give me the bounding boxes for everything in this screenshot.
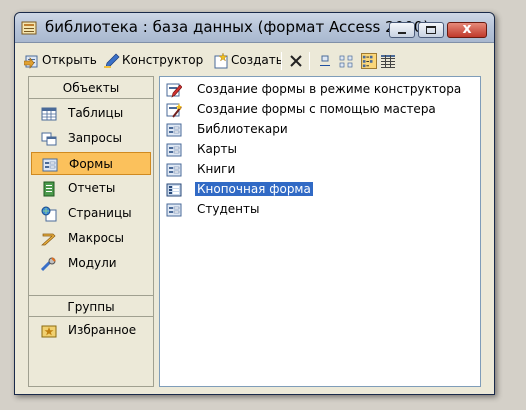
create-icon [214, 53, 228, 69]
toolbar-separator [281, 52, 282, 70]
sidebar-item-label: Запросы [68, 131, 122, 145]
list-item-label: Карты [197, 142, 237, 156]
list-view-icon[interactable] [361, 53, 377, 69]
report-icon [43, 181, 55, 197]
title-bar[interactable]: библиотека : база данных (формат Access … [15, 13, 494, 43]
objects-pane: Объекты Таблицы Запросы Формы Отчеты Стр… [28, 76, 154, 387]
sidebar-item-queries[interactable]: Запросы [31, 127, 151, 150]
design-button[interactable]: Конструктор [104, 51, 204, 71]
open-label: Открыть [42, 53, 97, 67]
sidebar-item-favorites[interactable]: Избранное [31, 319, 151, 342]
open-icon [24, 55, 38, 69]
sidebar-item-tables[interactable]: Таблицы [31, 102, 151, 125]
toolbar: Открыть Конструктор Создать [20, 49, 490, 75]
details-view-icon[interactable] [380, 53, 396, 69]
list-item-label: Книги [197, 162, 236, 176]
objects-header[interactable]: Объекты [29, 77, 153, 99]
database-window: библиотека : база данных (формат Access … [14, 12, 495, 395]
create-form-design-icon [166, 83, 182, 98]
sidebar-item-pages[interactable]: Страницы [31, 202, 151, 225]
sidebar-item-label: Страницы [68, 206, 132, 220]
sidebar-item-reports[interactable]: Отчеты [31, 177, 151, 200]
design-label: Конструктор [122, 53, 204, 67]
form-icon [166, 163, 182, 177]
list-item-label: Создание формы с помощью мастера [197, 102, 436, 116]
sidebar-item-label: Формы [69, 157, 113, 171]
list-item-label: Библиотекари [197, 122, 288, 136]
minimize-icon [398, 32, 406, 34]
macro-icon [41, 233, 56, 246]
favorites-icon [41, 325, 57, 338]
toolbar-separator [309, 52, 310, 70]
maximize-icon [426, 26, 436, 34]
form-icon [166, 143, 182, 157]
sidebar-item-macros[interactable]: Макросы [31, 227, 151, 250]
create-label: Создать [231, 53, 283, 67]
form-icon [166, 203, 182, 217]
maximize-button[interactable] [418, 22, 444, 38]
create-form-wizard-icon [166, 103, 182, 118]
sidebar-item-label: Макросы [68, 231, 124, 245]
list-item-label: Кнопочная форма [195, 182, 313, 196]
table-icon [41, 107, 57, 121]
query-icon [41, 132, 57, 146]
content-area: Объекты Таблицы Запросы Формы Отчеты Стр… [28, 76, 484, 387]
forms-list: Создание формы в режиме конструктора Соз… [159, 76, 481, 387]
form-icon [166, 123, 182, 137]
delete-icon[interactable] [288, 53, 304, 69]
sidebar-item-forms[interactable]: Формы [31, 152, 151, 175]
design-icon [104, 53, 120, 68]
close-icon: x [462, 21, 472, 37]
open-button[interactable]: Открыть [24, 51, 97, 71]
sidebar-item-label: Таблицы [68, 106, 124, 120]
sidebar-item-label: Отчеты [68, 181, 116, 195]
sidebar-item-modules[interactable]: Модули [31, 252, 151, 275]
sidebar-item-label: Избранное [68, 323, 137, 337]
close-button[interactable]: x [447, 21, 487, 38]
create-button[interactable]: Создать [213, 51, 283, 71]
sidebar-item-label: Модули [68, 256, 117, 270]
window-title: библиотека : база данных (формат Access … [45, 18, 430, 36]
list-item-label: Создание формы в режиме конструктора [197, 82, 462, 96]
small-icons-view-icon[interactable] [339, 53, 355, 69]
minimize-button[interactable] [389, 22, 415, 38]
form-icon [42, 158, 58, 172]
list-item-label: Студенты [197, 202, 260, 216]
switchboard-form-icon [166, 183, 182, 197]
large-icons-view-icon[interactable] [317, 53, 333, 69]
module-icon [41, 257, 56, 272]
access-database-icon [21, 21, 37, 35]
page-icon [41, 206, 57, 222]
groups-header[interactable]: Группы [29, 295, 153, 317]
